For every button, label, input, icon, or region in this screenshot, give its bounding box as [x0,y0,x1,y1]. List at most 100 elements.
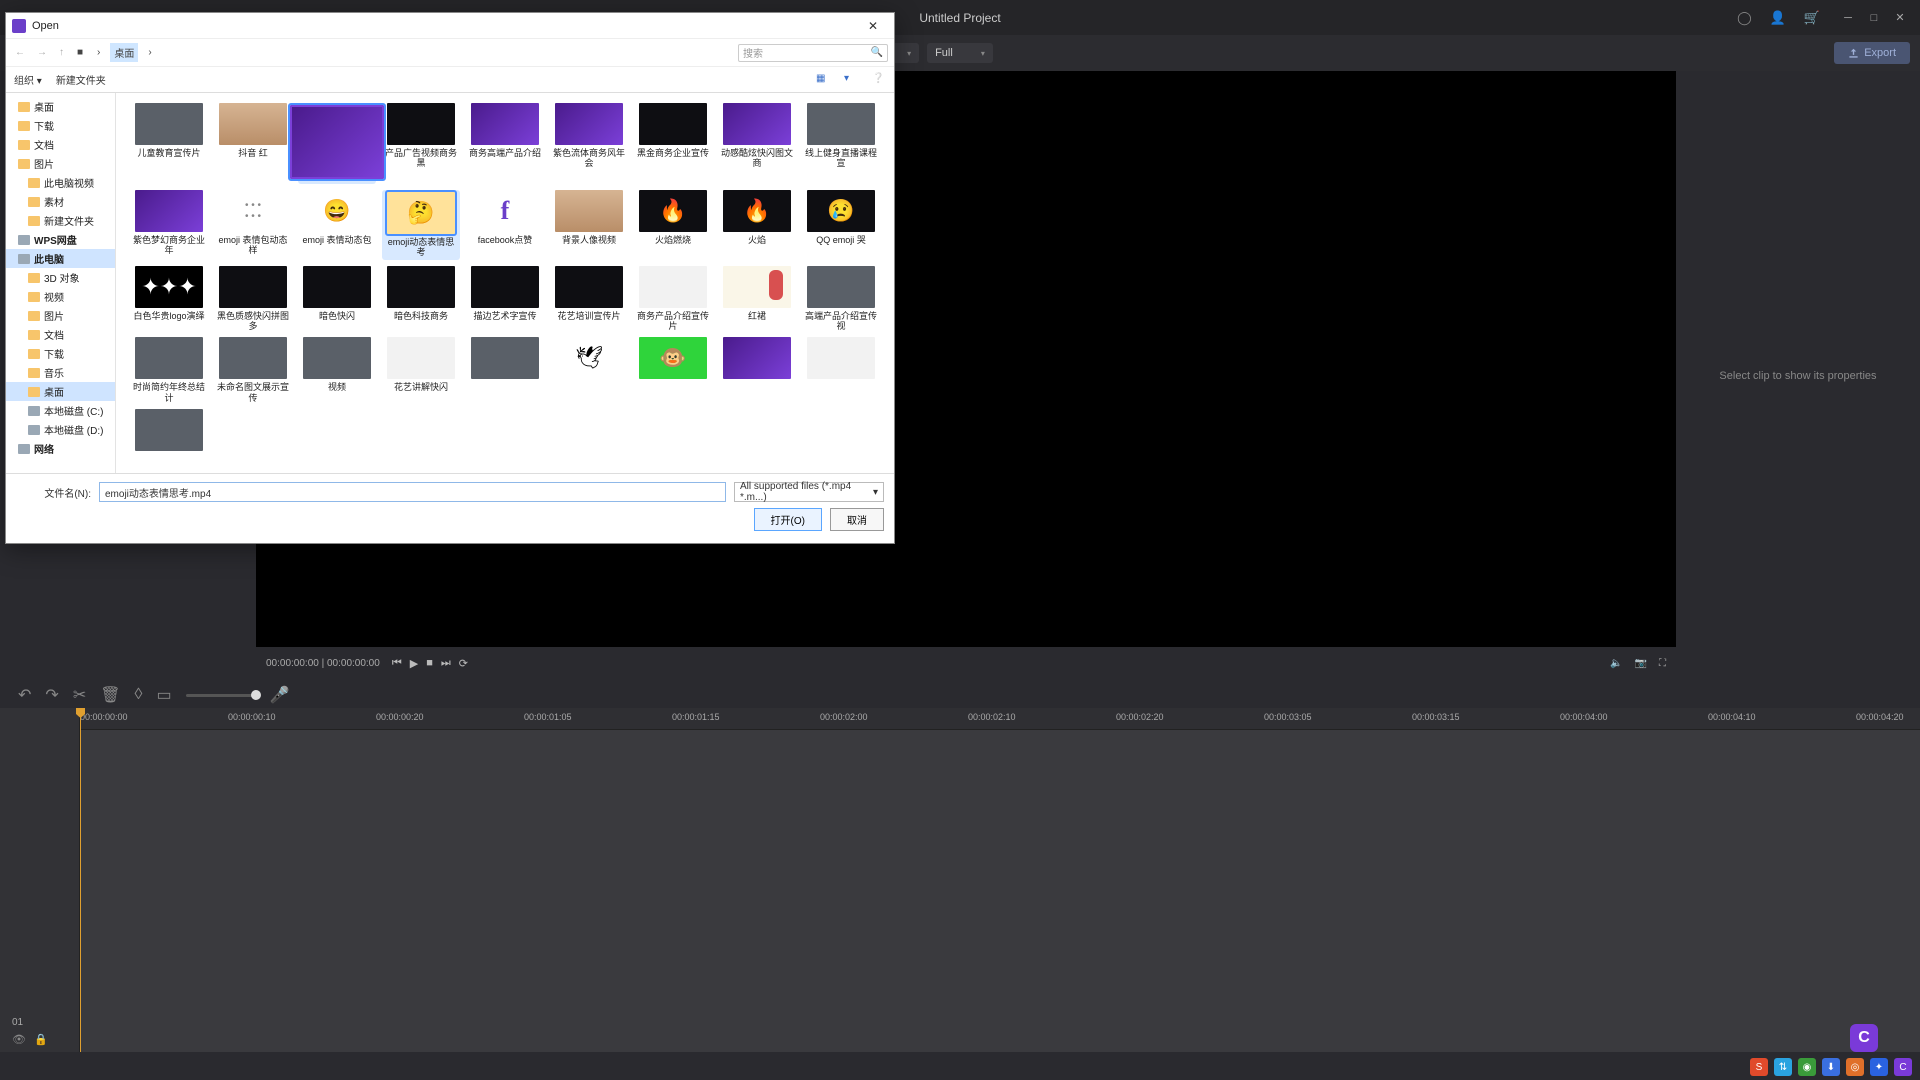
split-button[interactable]: ✂ [73,685,86,705]
cancel-button[interactable]: 取消 [830,508,884,531]
nav-fwd-icon[interactable]: → [34,47,50,58]
file-thumbnail[interactable] [466,337,544,403]
file-thumbnail[interactable]: ✦✦✦白色华贵logo演绎 [130,266,208,332]
cart-icon[interactable]: 🛒 [1804,10,1820,26]
track-visibility-icon[interactable]: 👁 [12,1033,26,1046]
dialog-address-bar[interactable]: ← → ↑ ■ › 桌面 › 搜索 🔍 [6,39,894,67]
sidebar-item[interactable]: 此电脑视频 [6,173,115,192]
file-thumbnail[interactable] [802,337,880,403]
file-thumbnail[interactable]: 动感酷炫快闪图文商 [718,103,796,184]
crop-button[interactable]: ▭ [156,685,171,705]
playhead[interactable] [80,708,81,1052]
file-thumbnail[interactable]: 🔥火焰 [718,190,796,260]
file-thumbnail[interactable]: 商务产品介绍宣传片 [634,266,712,332]
file-thumbnail[interactable]: 🐵 [634,337,712,403]
voice-button[interactable]: 🎤 [270,685,290,705]
redo-button[interactable]: ↷ [45,685,58,705]
tray-icon[interactable]: ◎ [1846,1058,1864,1076]
sidebar-item[interactable]: 本地磁盘 (C:) [6,401,115,420]
file-thumbnail[interactable]: 😢QQ emoji 哭 [802,190,880,260]
file-thumbnail[interactable] [130,409,208,454]
user-icon[interactable]: 👤 [1770,10,1786,26]
sidebar-item[interactable]: 文档 [6,135,115,154]
dialog-search-input[interactable]: 搜索 🔍 [738,44,888,62]
filename-input[interactable]: emoji动态表情思考.mp4 [99,482,726,502]
file-thumbnail[interactable] [298,103,376,184]
tray-icon[interactable]: ✦ [1870,1058,1888,1076]
nav-up-icon[interactable]: ↑ [56,47,67,58]
sidebar-item[interactable]: 桌面 [6,97,115,116]
file-thumbnail[interactable]: 🤔emoji动态表情思考 [382,190,460,260]
sidebar-item[interactable]: 此电脑 [6,249,115,268]
sidebar-item[interactable]: 新建文件夹 [6,211,115,230]
sidebar-item[interactable]: 音乐 [6,363,115,382]
file-thumbnail[interactable]: 花艺培训宣传片 [550,266,628,332]
file-thumbnail[interactable]: 抖音 红 [214,103,292,184]
file-thumbnail[interactable]: emoji 表情包动态样 [214,190,292,260]
tray-icon[interactable]: ◉ [1798,1058,1816,1076]
dialog-close-button[interactable]: ✕ [858,16,888,36]
tray-icon[interactable]: ⇅ [1774,1058,1792,1076]
marker-button[interactable]: ◊ [135,686,143,704]
file-thumbnail[interactable]: 背景人像视频 [550,190,628,260]
fullscreen-icon[interactable]: ⛶ [1659,658,1666,669]
tray-icon[interactable]: C [1894,1058,1912,1076]
file-thumbnail[interactable]: 描边艺术字宣传 [466,266,544,332]
app-badge-icon[interactable]: C [1850,1024,1878,1052]
sidebar-item[interactable]: 素材 [6,192,115,211]
sidebar-item[interactable]: 3D 对象 [6,268,115,287]
file-thumbnail[interactable] [718,337,796,403]
next-frame-button[interactable]: ⏭ [441,657,451,670]
file-thumbnail[interactable]: 🕊 [550,337,628,403]
file-thumbnail[interactable]: 紫色流体商务风年会 [550,103,628,184]
tray-icon[interactable]: S [1750,1058,1768,1076]
mute-icon[interactable]: 🔈 [1610,658,1622,669]
timeline-tracks[interactable]: 00:00:00:0000:00:00:1000:00:00:2000:00:0… [80,708,1920,1052]
sidebar-item[interactable]: 桌面 [6,382,115,401]
resolution-dropdown[interactable]: Full▾ [927,43,993,63]
help-icon[interactable]: ❔ [872,73,886,87]
new-folder-button[interactable]: 新建文件夹 [56,72,106,87]
stop-button[interactable]: ■ [426,657,433,669]
sidebar-item[interactable]: 下载 [6,116,115,135]
timeline-ruler[interactable]: 00:00:00:0000:00:00:1000:00:00:2000:00:0… [80,708,1920,730]
view-dropdown-icon[interactable]: ▾ [844,73,858,87]
dialog-sidebar[interactable]: 桌面下载文档图片此电脑视频素材新建文件夹WPS网盘此电脑3D 对象视频图片文档下… [6,93,116,473]
prev-frame-button[interactable]: ⏮ [392,657,402,670]
snapshot-icon[interactable]: 📷 [1635,658,1647,669]
file-thumbnail[interactable]: 黑色质感快闪拼图多 [214,266,292,332]
sidebar-item[interactable]: 下载 [6,344,115,363]
sidebar-item[interactable]: 图片 [6,306,115,325]
undo-button[interactable]: ↶ [18,685,31,705]
file-thumbnail[interactable]: 商务高端产品介绍 [466,103,544,184]
sidebar-item[interactable]: 本地磁盘 (D:) [6,420,115,439]
file-thumbnail[interactable]: 黑金商务企业宣传 [634,103,712,184]
file-thumbnail[interactable]: 时尚简约年终总结计 [130,337,208,403]
open-button[interactable]: 打开(O) [754,508,822,531]
organize-menu[interactable]: 组织 ▾ [14,72,42,87]
sidebar-item[interactable]: 网络 [6,439,115,458]
loop-button[interactable]: ⟳ [459,657,468,670]
delete-button[interactable]: 🗑 [100,685,120,705]
timeline-zoom-slider[interactable] [186,694,256,697]
file-thumbnail[interactable]: 暗色快闪 [298,266,376,332]
maximize-button[interactable]: □ [1862,6,1886,30]
sidebar-item[interactable]: 文档 [6,325,115,344]
file-thumbnail[interactable]: 未命名图文展示宣传 [214,337,292,403]
dialog-file-grid[interactable]: 儿童教育宣传片抖音 红产品广告视频商务黑商务高端产品介绍紫色流体商务风年会黑金商… [116,93,894,473]
file-thumbnail[interactable]: facebook点赞 [466,190,544,260]
export-button[interactable]: Export [1834,42,1910,64]
sidebar-item[interactable]: 图片 [6,154,115,173]
file-thumbnail[interactable]: 高端产品介绍宣传视 [802,266,880,332]
file-filter-combo[interactable]: All supported files (*.mp4 *.m...) ▾ [734,482,884,502]
file-thumbnail[interactable]: 儿童教育宣传片 [130,103,208,184]
file-thumbnail[interactable]: 花艺讲解快闪 [382,337,460,403]
file-thumbnail[interactable]: 紫色梦幻商务企业年 [130,190,208,260]
file-thumbnail[interactable]: 暗色科技商务 [382,266,460,332]
file-thumbnail[interactable]: 线上健身直播课程宣 [802,103,880,184]
file-thumbnail[interactable]: 红裙 [718,266,796,332]
sidebar-item[interactable]: 视频 [6,287,115,306]
file-thumbnail[interactable]: 🔥火焰燃烧 [634,190,712,260]
view-mode-icon[interactable]: ▦ [816,73,830,87]
tray-icon[interactable]: ⬇ [1822,1058,1840,1076]
